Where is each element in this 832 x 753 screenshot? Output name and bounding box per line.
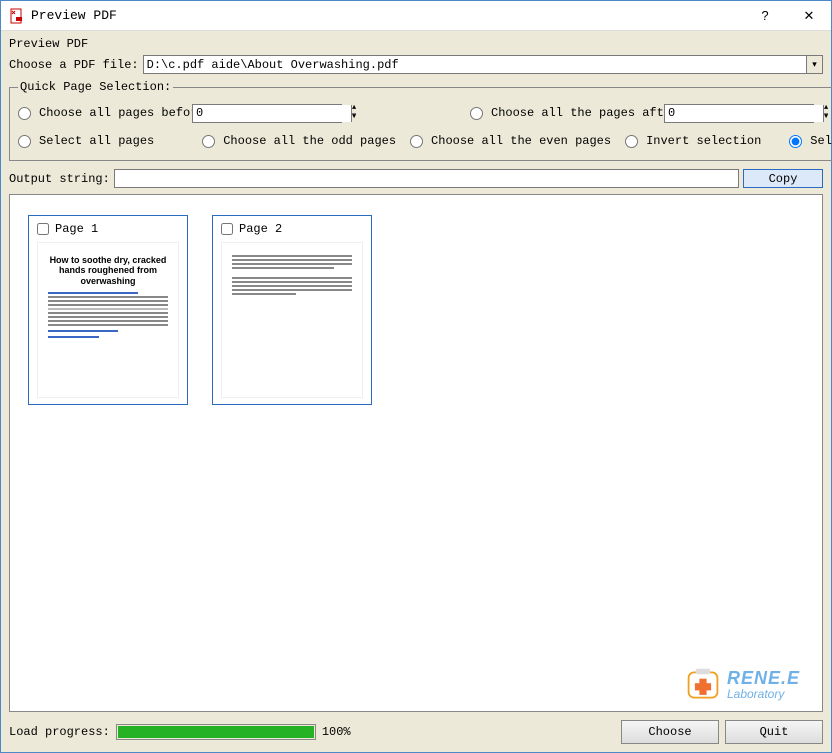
page-2-preview (221, 242, 363, 398)
page-1-doc-title: How to soothe dry, cracked hands roughen… (48, 255, 168, 286)
spin-before-down[interactable]: ▼ (352, 114, 356, 122)
page-thumb-1[interactable]: Page 1 How to soothe dry, cracked hands … (28, 215, 188, 405)
brand-badge: RENE.E Laboratory (685, 667, 800, 703)
preview-scroll[interactable]: Page 1 How to soothe dry, cracked hands … (10, 195, 822, 711)
app-icon (9, 8, 25, 24)
progress-percent: 100% (322, 725, 351, 739)
client-area: Preview PDF Choose a PDF file: ▾ Quick P… (1, 31, 831, 752)
bottom-bar: Load progress: 100% Choose Quit (9, 712, 823, 746)
file-row: Choose a PDF file: ▾ (9, 55, 823, 74)
file-input[interactable] (144, 56, 806, 73)
radio-all-label[interactable]: Select all pages (39, 134, 154, 148)
spin-after-input[interactable] (665, 105, 823, 122)
progress-fill (118, 726, 314, 738)
output-input[interactable] (114, 169, 739, 188)
page-1-checkbox[interactable] (37, 223, 49, 235)
quick-page-selection: Quick Page Selection: Choose all pages b… (9, 80, 832, 161)
radio-even-label[interactable]: Choose all the even pages (431, 134, 611, 148)
title-bar: Preview PDF ? ✕ (1, 1, 831, 31)
radio-nothing[interactable] (789, 135, 802, 148)
radio-even[interactable] (410, 135, 423, 148)
preview-frame: Page 1 How to soothe dry, cracked hands … (9, 194, 823, 712)
radio-before[interactable] (18, 107, 31, 120)
page-1-preview: How to soothe dry, cracked hands roughen… (37, 242, 179, 398)
page-2-label: Page 2 (239, 222, 282, 236)
output-row: Output string: Copy (9, 169, 823, 188)
brand-icon (685, 667, 721, 703)
output-label: Output string: (9, 172, 110, 186)
brand-sub: Laboratory (727, 688, 800, 701)
spin-after-down[interactable]: ▼ (824, 114, 828, 122)
close-button[interactable]: ✕ (787, 1, 831, 31)
thumbnails-row: Page 1 How to soothe dry, cracked hands … (28, 215, 804, 405)
window-title: Preview PDF (31, 8, 743, 23)
radio-after[interactable] (470, 107, 483, 120)
radio-before-label[interactable]: Choose all pages before (39, 106, 205, 120)
spin-after: ▲▼ (664, 104, 814, 123)
spin-before-input[interactable] (193, 105, 351, 122)
page-1-label: Page 1 (55, 222, 98, 236)
radio-invert-label[interactable]: Invert selection (646, 134, 761, 148)
progress-bar (116, 724, 316, 740)
radio-odd[interactable] (202, 135, 215, 148)
page-title: Preview PDF (9, 37, 823, 51)
choose-button[interactable]: Choose (621, 720, 719, 744)
qps-legend: Quick Page Selection: (18, 80, 173, 94)
brand-name: RENE.E (727, 669, 800, 688)
progress-label: Load progress: (9, 725, 110, 739)
page-2-checkbox[interactable] (221, 223, 233, 235)
app-window: Preview PDF ? ✕ Preview PDF Choose a PDF… (0, 0, 832, 753)
file-input-wrap: ▾ (143, 55, 823, 74)
spin-before: ▲▼ (192, 104, 342, 123)
radio-invert[interactable] (625, 135, 638, 148)
quit-button[interactable]: Quit (725, 720, 823, 744)
radio-after-label[interactable]: Choose all the pages after (491, 106, 678, 120)
page-thumb-2[interactable]: Page 2 (212, 215, 372, 405)
file-dropdown-button[interactable]: ▾ (806, 56, 822, 73)
radio-all[interactable] (18, 135, 31, 148)
radio-odd-label[interactable]: Choose all the odd pages (223, 134, 396, 148)
file-label: Choose a PDF file: (9, 58, 139, 72)
help-button[interactable]: ? (743, 1, 787, 31)
radio-nothing-label[interactable]: Select nothing (810, 134, 832, 148)
copy-button[interactable]: Copy (743, 169, 823, 188)
